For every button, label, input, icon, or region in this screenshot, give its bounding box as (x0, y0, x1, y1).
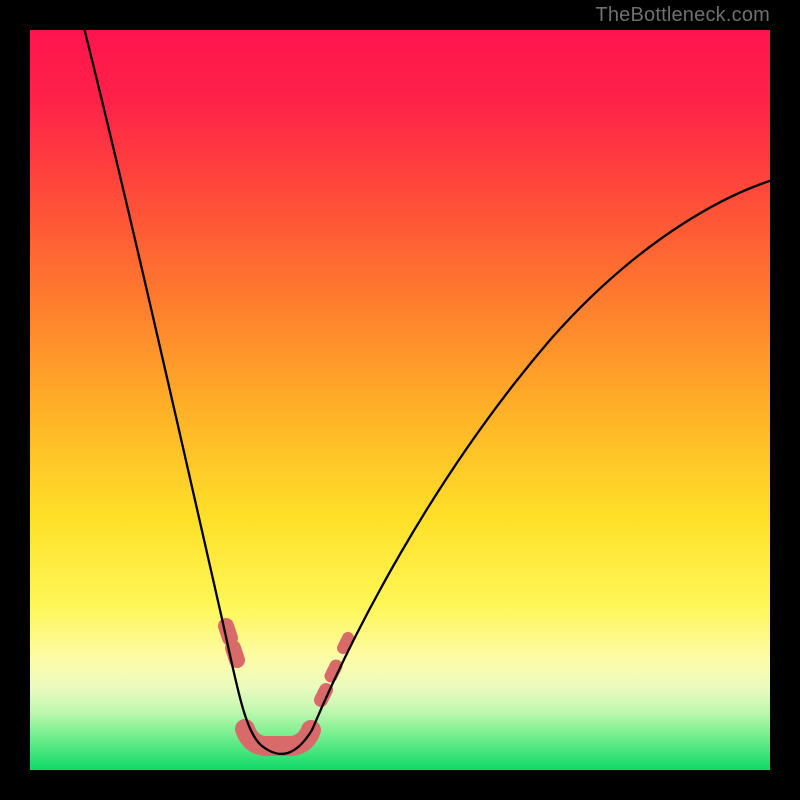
marker-dot (343, 638, 348, 648)
bottleneck-curve (82, 30, 770, 754)
marker-dot (331, 666, 336, 676)
curve-layer (30, 30, 770, 770)
attribution-label: TheBottleneck.com (595, 4, 770, 27)
marker-cluster (226, 626, 348, 746)
plot-area (30, 30, 770, 770)
marker-dot (233, 648, 237, 660)
chart-frame: TheBottleneck.com (0, 0, 800, 800)
